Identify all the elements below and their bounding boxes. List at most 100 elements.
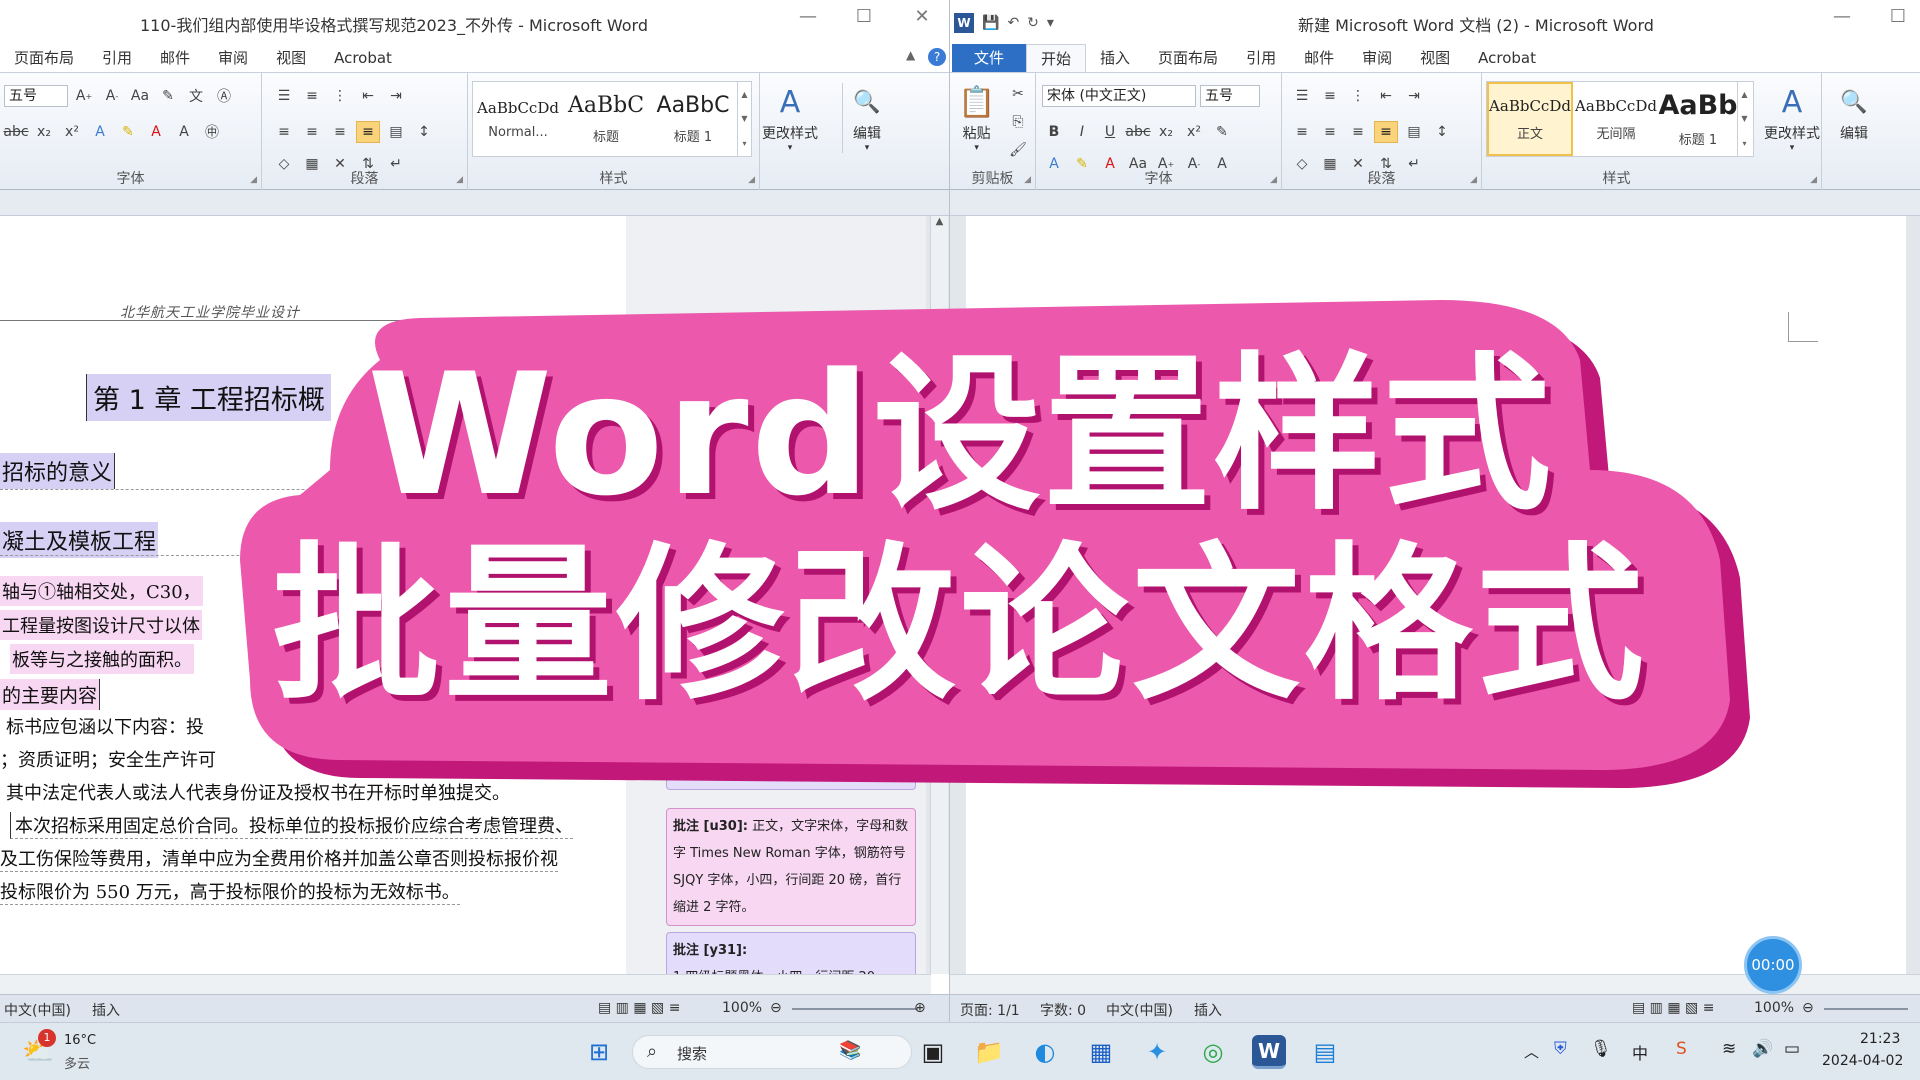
tab-file[interactable]: 文件 [952,44,1027,72]
style-normal[interactable]: AaBbCcDd 正文 [1487,82,1573,156]
shrink-font-icon[interactable]: A- [100,85,124,107]
ribbon-collapse-icon[interactable]: ▲ [906,48,915,62]
justify-icon[interactable]: ≡ [1374,121,1398,143]
zoom-slider[interactable] [792,1008,918,1010]
microphone-icon[interactable]: 🎙 [1590,1039,1612,1059]
clock-date[interactable]: 2024-04-02 [1822,1053,1903,1069]
search-box[interactable]: ⌕ 搜索 📚 [632,1035,912,1069]
document-page[interactable]: 北华航天工业学院毕业设计 第 1 章 工程招标概 招标的意义 凝土及模板工程 轴… [0,216,626,974]
dialog-launcher-icon[interactable]: ◢ [1024,175,1031,185]
change-styles-button[interactable]: A 更改样式 ▾ [1764,83,1820,153]
word-taskbar-icon[interactable]: W [1252,1035,1286,1069]
tab-view[interactable]: 视图 [262,44,320,72]
bullets-icon[interactable]: ☰ [272,85,296,107]
tab-references[interactable]: 引用 [1232,44,1290,72]
store-icon[interactable]: ▦ [1084,1035,1118,1069]
underline-icon[interactable]: U [1098,121,1122,143]
chapter-heading[interactable]: 第 1 章 工程招标概 [86,374,331,421]
minimize-button[interactable]: — [788,6,828,27]
body-line[interactable]: 其中法定代表人或法人代表身份证及授权书在开标时单独提交。 [6,779,510,805]
align-left-icon[interactable]: ≡ [272,121,296,143]
superscript-icon[interactable]: x² [1182,121,1206,143]
numbering-icon[interactable]: ≡ [300,85,324,107]
dialog-launcher-icon[interactable]: ◢ [250,175,257,185]
ime-indicator[interactable]: 中 [1632,1040,1648,1064]
heading-main-content[interactable]: 的主要内容 [0,679,101,710]
security-icon[interactable]: ⛨ [1554,1039,1567,1059]
file-explorer-icon[interactable]: 📁 [972,1035,1006,1069]
browser-icon[interactable]: ◎ [1196,1035,1230,1069]
subscript-icon[interactable]: x₂ [32,121,56,143]
volume-icon[interactable]: 🔊 [1752,1039,1773,1059]
tab-acrobat[interactable]: Acrobat [320,44,406,72]
bullets-icon[interactable]: ☰ [1290,85,1314,107]
zoom-slider[interactable] [1824,1008,1908,1010]
qat-customize-icon[interactable]: ▾ [1047,15,1054,31]
increase-indent-icon[interactable]: ⇥ [384,85,408,107]
status-page[interactable]: 页面: 1/1 [960,1000,1020,1020]
status-words[interactable]: 字数: 0 [1040,1000,1086,1020]
dialog-launcher-icon[interactable]: ◢ [456,175,463,185]
zoom-out-icon[interactable]: ⊖ [1802,1000,1814,1016]
multilevel-list-icon[interactable]: ⋮ [1346,85,1370,107]
redo-icon[interactable]: ↻ [1027,15,1039,31]
status-zoom[interactable]: 100% [1754,1000,1794,1016]
maximize-button[interactable]: ☐ [1878,6,1918,27]
dialog-launcher-icon[interactable]: ◢ [1810,175,1817,185]
edge-icon[interactable]: ◐ [1028,1035,1062,1069]
body-line[interactable]: ；资质证明；安全生产许可 [0,746,216,772]
tab-review[interactable]: 审阅 [1348,44,1406,72]
numbering-icon[interactable]: ≡ [1318,85,1342,107]
cut-icon[interactable]: ✂ [1006,83,1030,105]
enclose-char-icon[interactable]: ㊥ [200,121,224,143]
style-heading1[interactable]: AaBb 标题 1 [1659,82,1737,156]
edit-button[interactable]: 🔍 编辑 ▾ [842,83,881,153]
font-size-combo[interactable]: 五号 [1200,85,1260,107]
text-effect-icon[interactable]: A [88,121,112,143]
edit-button[interactable]: 🔍 编辑 [1840,83,1868,143]
styles-scroll[interactable]: ▲ ▼ ▾ [1737,82,1751,156]
font-color-icon[interactable]: A [144,121,168,143]
strikethrough-icon[interactable]: abc [1125,121,1150,143]
align-right-icon[interactable]: ≡ [328,121,352,143]
weather-desc[interactable]: 多云 [64,1053,90,1072]
tab-acrobat[interactable]: Acrobat [1464,44,1550,72]
line-spacing-icon[interactable]: ↕ [412,121,436,143]
ruler[interactable] [950,190,1920,216]
subsection-heading[interactable]: 凝土及模板工程 [0,522,159,558]
phonetic-guide-icon[interactable]: 文 [184,85,208,107]
blank-document-page[interactable] [966,216,1906,974]
clear-format-icon[interactable]: ✎ [156,85,180,107]
view-buttons[interactable]: ▤ ▥ ▦ ▧ ≡ [1632,1000,1714,1016]
font-size-combo[interactable]: 五号 [4,85,68,107]
zoom-out-icon[interactable]: ⊖ [770,1000,782,1016]
status-language[interactable]: 中文(中国) [4,1000,71,1020]
bold-icon[interactable]: B [1042,121,1066,143]
tab-mailings[interactable]: 邮件 [146,44,204,72]
strikethrough-icon[interactable]: abc [3,121,28,143]
style-title[interactable]: AaBbC 标题 [563,82,649,156]
notepad-icon[interactable]: ▤ [1308,1035,1342,1069]
align-right-icon[interactable]: ≡ [1346,121,1370,143]
distribute-icon[interactable]: ▤ [384,121,408,143]
char-shading-icon[interactable]: A [172,121,196,143]
battery-icon[interactable]: ▭ [1784,1039,1800,1059]
justify-icon[interactable]: ≡ [356,121,380,143]
styles-scroll[interactable]: ▲ ▼ ▾ [737,82,751,156]
clear-format-icon[interactable]: ✎ [1210,121,1234,143]
font-name-combo[interactable]: 宋体 (中文正文) [1042,85,1196,107]
comment-u30[interactable]: 批注 [u30]: 正文，文字宋体，字母和数字 Times New Roman … [666,808,916,926]
view-buttons[interactable]: ▤ ▥ ▦ ▧ ≡ [598,1000,680,1016]
help-icon[interactable]: ? [928,48,946,66]
highlight-icon[interactable]: ✎ [116,121,140,143]
tab-mailings[interactable]: 邮件 [1290,44,1348,72]
ruler[interactable] [0,190,949,216]
dialog-launcher-icon[interactable]: ◢ [1270,175,1277,185]
vertical-scrollbar[interactable]: ▲ [930,216,948,974]
paste-button[interactable]: 📋 粘贴 ▾ [958,83,995,153]
subscript-icon[interactable]: x₂ [1154,121,1178,143]
dialog-launcher-icon[interactable]: ◢ [748,175,755,185]
section-heading[interactable]: 招标的意义 [0,453,116,489]
status-zoom[interactable]: 100% [722,1000,762,1016]
tab-review[interactable]: 审阅 [204,44,262,72]
